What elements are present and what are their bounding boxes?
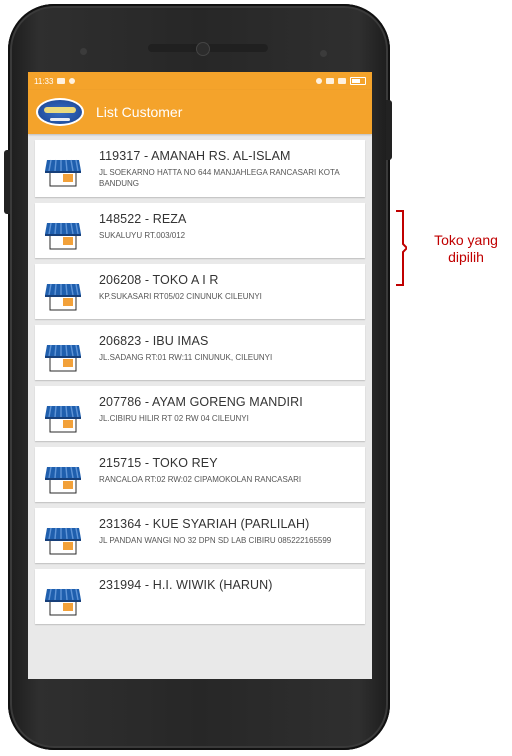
customer-name: 215715 - TOKO REY xyxy=(99,456,218,470)
phone-screen: 11:33 List Customer 119317 - AMANAH RS. … xyxy=(28,72,372,679)
customer-list-item[interactable]: 207786 - AYAM GORENG MANDIRI JL.CIBIRU H… xyxy=(35,386,365,441)
alarm-icon xyxy=(316,78,322,84)
customer-list-item[interactable]: 231994 - H.I. WIWIK (HARUN) xyxy=(35,569,365,624)
customer-name: 206823 - IBU IMAS xyxy=(99,334,209,348)
brand-logo xyxy=(36,98,84,126)
status-time: 11:33 xyxy=(34,76,54,86)
customer-info: 206823 - IBU IMAS JL.SADANG RT:01 RW:11 … xyxy=(99,334,272,363)
customer-info: 207786 - AYAM GORENG MANDIRI JL.CIBIRU H… xyxy=(99,395,303,424)
customer-address: JL.SADANG RT:01 RW:11 CINUNUK, CILEUNYI xyxy=(99,353,273,362)
battery-icon xyxy=(350,77,366,85)
customer-name: 231364 - KUE SYARIAH (PARLILAH) xyxy=(99,517,310,531)
customer-list-item[interactable]: 148522 - REZA SUKALUYU RT.003/012 xyxy=(35,203,365,258)
store-icon xyxy=(45,222,81,250)
customer-list-item[interactable]: 119317 - AMANAH RS. AL-ISLAM JL SOEKARNO… xyxy=(35,140,365,197)
annotation-line: Toko yang xyxy=(434,232,498,248)
customer-name: 207786 - AYAM GORENG MANDIRI xyxy=(99,395,303,409)
customer-info: 215715 - TOKO REY RANCALOA RT:02 RW:02 C… xyxy=(99,456,301,485)
store-icon xyxy=(45,527,81,555)
store-icon xyxy=(45,283,81,311)
notification-icon xyxy=(57,78,66,84)
customer-list: 119317 - AMANAH RS. AL-ISLAM JL SOEKARNO… xyxy=(28,134,372,624)
front-camera xyxy=(196,42,210,56)
customer-name: 148522 - REZA xyxy=(99,212,187,226)
customer-address: JL SOEKARNO HATTA NO 644 MANJAHLEGA RANC… xyxy=(99,168,340,188)
status-bar: 11:33 xyxy=(28,72,372,90)
app-bar: List Customer xyxy=(28,90,372,134)
customer-list-item[interactable]: 215715 - TOKO REY RANCALOA RT:02 RW:02 C… xyxy=(35,447,365,502)
customer-info: 148522 - REZA SUKALUYU RT.003/012 xyxy=(99,212,186,241)
store-icon xyxy=(45,588,81,616)
selection-bracket xyxy=(396,210,407,286)
volume-button xyxy=(4,150,10,214)
customer-info: 231994 - H.I. WIWIK (HARUN) xyxy=(99,578,273,596)
customer-name: 206208 - TOKO A I R xyxy=(99,273,219,287)
sensor-dot xyxy=(80,48,87,55)
customer-info: 119317 - AMANAH RS. AL-ISLAM JL SOEKARNO… xyxy=(99,149,357,189)
customer-address: KP.SUKASARI RT05/02 CINUNUK CILEUNYI xyxy=(99,292,262,301)
store-icon xyxy=(45,466,81,494)
annotation-label: Toko yang dipilih xyxy=(420,232,512,266)
customer-name: 231994 - H.I. WIWIK (HARUN) xyxy=(99,578,273,592)
customer-list-item[interactable]: 206208 - TOKO A I R KP.SUKASARI RT05/02 … xyxy=(35,264,365,319)
wifi-icon xyxy=(326,78,334,84)
customer-address: RANCALOA RT:02 RW:02 CIPAMOKOLAN RANCASA… xyxy=(99,475,302,484)
customer-address: JL PANDAN WANGI NO 32 DPN SD LAB CIBIRU … xyxy=(99,536,332,545)
signal-icon xyxy=(338,78,346,84)
sensor-dot xyxy=(320,50,327,57)
power-button xyxy=(386,100,392,160)
store-icon xyxy=(45,159,81,187)
page-title: List Customer xyxy=(96,104,183,120)
store-icon xyxy=(45,344,81,372)
customer-address: JL.CIBIRU HILIR RT 02 RW 04 CILEUNYI xyxy=(99,414,249,423)
annotation-line: dipilih xyxy=(448,249,484,265)
customer-list-item[interactable]: 231364 - KUE SYARIAH (PARLILAH) JL PANDA… xyxy=(35,508,365,563)
customer-info: 206208 - TOKO A I R KP.SUKASARI RT05/02 … xyxy=(99,273,262,302)
customer-name: 119317 - AMANAH RS. AL-ISLAM xyxy=(99,149,291,163)
customer-list-item[interactable]: 206823 - IBU IMAS JL.SADANG RT:01 RW:11 … xyxy=(35,325,365,380)
customer-info: 231364 - KUE SYARIAH (PARLILAH) JL PANDA… xyxy=(99,517,331,546)
notification-icon xyxy=(69,78,76,84)
customer-address: SUKALUYU RT.003/012 xyxy=(99,231,186,240)
store-icon xyxy=(45,405,81,433)
